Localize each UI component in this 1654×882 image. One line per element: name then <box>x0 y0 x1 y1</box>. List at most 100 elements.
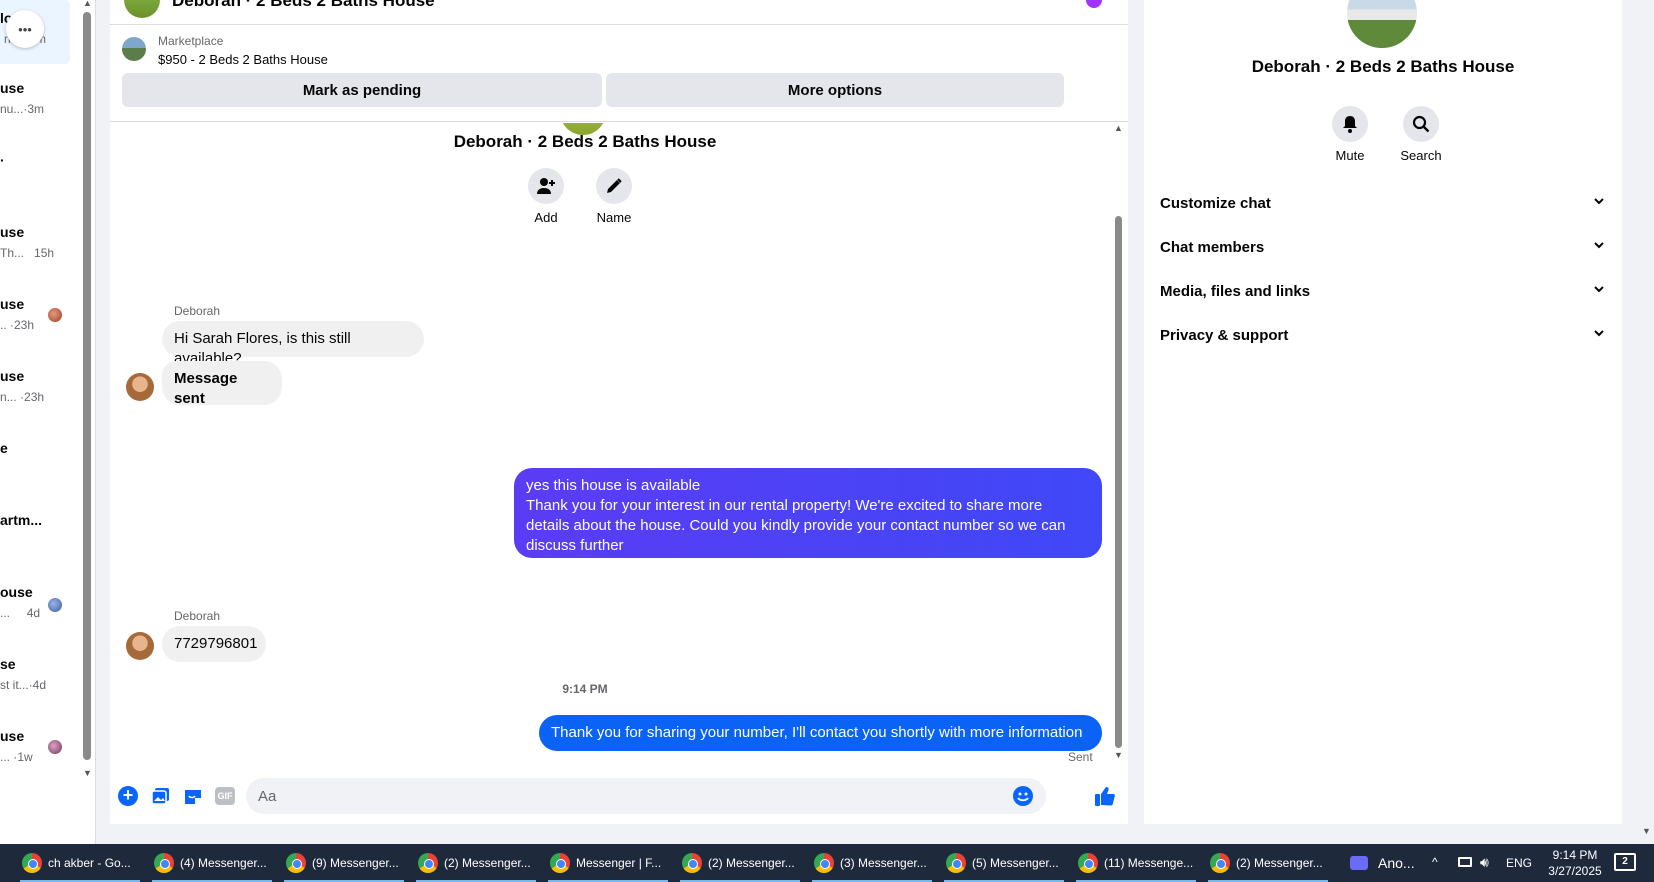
sticker-icon[interactable] <box>183 786 203 806</box>
chat-members-section[interactable]: Chat members <box>1160 232 1606 262</box>
taskbar-tab[interactable]: (2) Messenger... <box>412 844 540 882</box>
chevron-down-icon <box>1592 194 1606 212</box>
more-options-label: More options <box>787 81 883 99</box>
system-clock[interactable]: 9:14 PM 3/27/2025 <box>1544 847 1606 879</box>
video-camera-icon <box>1350 856 1368 870</box>
scrollbar-thumb[interactable] <box>83 12 91 760</box>
chat-list: lo n... m ••• use nu...·3m · use Th... 1… <box>0 0 96 844</box>
listing-thumbnail[interactable] <box>122 37 146 61</box>
page-scrollbar[interactable]: ▼ <box>1640 0 1654 844</box>
more-options-button[interactable]: ••• <box>6 10 44 48</box>
outgoing-message[interactable]: yes this house is available Thank you fo… <box>514 468 1102 558</box>
volume-icon[interactable]: 🔊︎ <box>1480 854 1489 871</box>
chat-list-item[interactable]: artm... <box>0 512 80 572</box>
scroll-down-arrow-icon[interactable]: ▼ <box>1114 750 1123 760</box>
chat-list-scrollbar[interactable]: ▲ ▼ <box>82 0 94 780</box>
customize-chat-section[interactable]: Customize chat <box>1160 188 1606 218</box>
taskbar-tab-label: (4) Messenger... <box>180 856 267 870</box>
chat-list-item[interactable]: use Th... 15h <box>0 224 80 284</box>
chrome-icon <box>814 853 834 873</box>
bell-icon <box>1332 106 1368 142</box>
chat-list-item[interactable]: e <box>0 440 80 500</box>
taskbar-tab[interactable]: ch akber - Go... <box>16 844 144 882</box>
taskbar-tab[interactable]: (9) Messenger... <box>280 844 408 882</box>
chat-preview: Th... 15h <box>0 246 55 260</box>
chevron-down-icon <box>1592 282 1606 300</box>
chrome-icon <box>946 853 966 873</box>
message-input[interactable]: Aa <box>246 778 1046 814</box>
mark-as-pending-button[interactable]: Mark as pending <box>122 73 602 107</box>
chat-list-item[interactable]: se st it...·4d <box>0 656 80 716</box>
taskbar-tab[interactable]: Messenger | F... <box>544 844 672 882</box>
chat-list-item[interactable]: use n... ·23h <box>0 368 80 428</box>
incoming-message[interactable]: 7729796801 <box>162 626 266 662</box>
chat-title: · <box>0 152 5 168</box>
chrome-icon <box>22 853 42 873</box>
taskbar-tab[interactable]: (3) Messenger... <box>808 844 936 882</box>
scrollbar-thumb[interactable] <box>1115 216 1122 748</box>
notification-center-icon[interactable]: 2 <box>1614 853 1636 871</box>
gif-icon[interactable]: GIF <box>215 787 235 805</box>
privacy-support-section[interactable]: Privacy & support <box>1160 320 1606 350</box>
chat-list-item[interactable]: use .. ·23h <box>0 296 80 356</box>
chat-title-text: Deborah · 2 Beds 2 Baths House <box>453 132 717 151</box>
marketplace-bar: Marketplace $950 - 2 Beds 2 Baths House … <box>110 24 1128 122</box>
chrome-icon <box>682 853 702 873</box>
mark-as-pending-label: Mark as pending <box>302 81 422 99</box>
scroll-down-arrow-icon[interactable]: ▼ <box>83 768 92 778</box>
language-indicator[interactable]: ENG <box>1506 856 1532 870</box>
plus-circle-icon[interactable]: + <box>118 786 138 806</box>
chat-list-item-active[interactable]: lo n... m ••• <box>0 0 70 64</box>
listing-avatar[interactable] <box>1347 0 1417 48</box>
taskbar-tab[interactable]: (2) Messenger... <box>676 844 804 882</box>
chrome-icon <box>550 853 570 873</box>
outgoing-message[interactable]: Thank you for sharing your number, I'll … <box>539 715 1102 751</box>
more-icon: ••• <box>18 21 32 37</box>
network-icon[interactable] <box>1458 857 1472 867</box>
header-avatar[interactable] <box>124 0 160 18</box>
chat-preview: .. ·23h <box>0 318 35 332</box>
taskbar-tab[interactable]: (11) Messenge... <box>1072 844 1200 882</box>
message-list-scrollbar[interactable]: ▲ ▼ <box>1112 123 1124 771</box>
chat-list-item[interactable]: ouse ... 4d <box>0 584 80 644</box>
taskbar-tab[interactable]: (4) Messenger... <box>148 844 276 882</box>
search-button[interactable]: Search <box>1395 106 1447 163</box>
chevron-up-icon[interactable]: ^ <box>1432 855 1438 869</box>
search-label: Search <box>1400 148 1442 163</box>
message-list: Deborah · 2 Beds 2 Baths House Add Name … <box>110 123 1128 771</box>
scroll-up-arrow-icon[interactable]: ▲ <box>83 0 92 8</box>
add-people-button[interactable]: Add <box>523 168 569 225</box>
add-person-icon <box>528 168 564 204</box>
listing-title[interactable]: $950 - 2 Beds 2 Baths House <box>158 52 328 67</box>
header-action-icon[interactable] <box>1086 0 1102 8</box>
photo-icon[interactable] <box>151 786 171 806</box>
chat-preview: nu...·3m <box>0 102 45 116</box>
emoji-icon[interactable] <box>1013 786 1033 806</box>
chevron-down-icon <box>1592 238 1606 256</box>
avatar <box>126 632 154 660</box>
edit-name-button[interactable]: Name <box>588 168 640 225</box>
zoom-app[interactable]: Ano... <box>1350 844 1415 882</box>
incoming-message[interactable]: Message sent <box>162 361 282 407</box>
taskbar-tab[interactable]: (5) Messenger... <box>940 844 1068 882</box>
taskbar-tab[interactable]: (2) Messenger... <box>1204 844 1332 882</box>
message-text: 7729796801 <box>174 635 258 652</box>
chat-list-item[interactable]: use nu...·3m <box>0 80 80 140</box>
mute-button[interactable]: Mute <box>1327 106 1373 163</box>
scroll-down-arrow-icon[interactable]: ▼ <box>1642 826 1651 836</box>
incoming-message[interactable]: Hi Sarah Flores, is this still available… <box>162 321 424 367</box>
avatar <box>126 373 154 401</box>
chat-list-item[interactable]: · <box>0 152 80 212</box>
details-title-text: Deborah · 2 Beds 2 Baths House <box>1251 57 1515 76</box>
chrome-icon <box>286 853 306 873</box>
add-label: Add <box>534 210 558 225</box>
chat-list-item[interactable]: use ... ·1w <box>0 728 80 788</box>
more-options-button[interactable]: More options <box>606 73 1064 107</box>
like-icon[interactable] <box>1093 784 1117 808</box>
chat-title: use <box>0 368 25 384</box>
scroll-up-arrow-icon[interactable]: ▲ <box>1114 123 1123 133</box>
zoom-app-label: Ano... <box>1378 855 1415 871</box>
clock-date: 3/27/2025 <box>1548 864 1602 878</box>
media-files-links-section[interactable]: Media, files and links <box>1160 276 1606 306</box>
marketplace-label: Marketplace <box>158 34 224 48</box>
